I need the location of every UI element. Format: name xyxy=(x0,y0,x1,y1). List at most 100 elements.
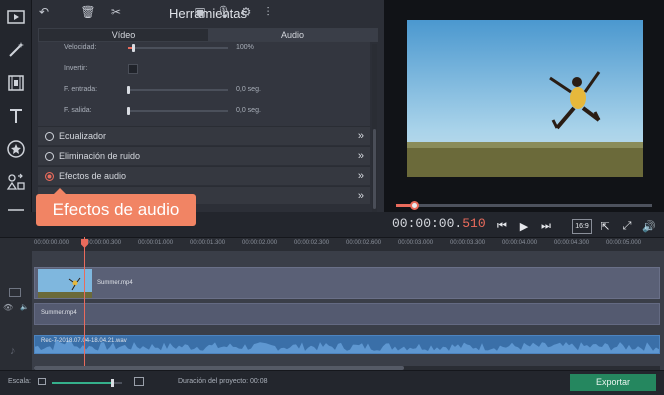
timecode-ms: 510 xyxy=(462,216,486,231)
stickers-icon[interactable] xyxy=(0,132,32,165)
double-chevron-right-icon: » xyxy=(357,130,364,142)
category-audio-effects[interactable]: Efectos de audio » xyxy=(38,166,370,185)
scale-slider-fill xyxy=(52,382,112,384)
visibility-icon[interactable]: 👁 xyxy=(3,303,13,312)
fullscreen-icon[interactable]: ⤢ xyxy=(619,218,635,234)
category-equalizer[interactable]: Ecualizador » xyxy=(38,126,370,145)
fade-in-label: F. entrada: xyxy=(64,86,98,93)
music-note-icon: ♪ xyxy=(10,345,16,357)
scale-label: Escala: xyxy=(8,378,31,385)
category-noise-removal[interactable]: Eliminación de ruido » xyxy=(38,146,370,165)
ruler-tick: 00:00:04.300 xyxy=(554,240,590,246)
duration-value: 00:08 xyxy=(250,378,268,385)
category-label: Efectos de audio xyxy=(59,171,127,181)
fade-in-slider-handle[interactable] xyxy=(127,86,130,94)
ruler-tick: 00:00:04.000 xyxy=(502,240,538,246)
tooltip: Efectos de audio xyxy=(36,188,196,226)
ruler-tick: 00:00:03.000 xyxy=(398,240,434,246)
left-toolbar xyxy=(0,0,32,237)
speed-label: Velocidad: xyxy=(64,44,97,51)
timecode-main: 00:00:00. xyxy=(392,216,463,231)
video-clip[interactable]: Summer.mp4 xyxy=(34,267,660,299)
fade-in-row: F. entrada: 0,0 seg. xyxy=(38,83,370,97)
fade-in-value: 0,0 seg. xyxy=(236,86,261,93)
tools-scrollbar[interactable] xyxy=(372,44,377,212)
tab-audio[interactable]: Audio xyxy=(208,29,377,41)
speed-slider-handle[interactable] xyxy=(132,44,135,52)
media-import-icon[interactable] xyxy=(0,0,32,33)
previous-frame-icon[interactable]: ⏮ xyxy=(494,218,510,234)
track-volume-icon[interactable]: 🔈 xyxy=(20,303,29,311)
fade-in-slider[interactable] xyxy=(127,86,228,94)
equalizer-icon[interactable]: ⫶ xyxy=(260,4,276,20)
video-track-icon xyxy=(9,288,21,297)
double-chevron-right-icon: » xyxy=(357,150,364,162)
duration-label: Duración del proyecto: xyxy=(178,378,249,385)
fade-out-row: F. salida: 0,0 seg. xyxy=(38,104,370,118)
timeline-ruler[interactable]: 00:00:00.000 00:00:00.300 00:00:01.000 0… xyxy=(0,237,664,251)
radio-icon xyxy=(45,132,54,141)
category-label: Eliminación de ruido xyxy=(59,151,141,161)
video-preview xyxy=(407,20,643,177)
video-clip-label: Summer.mp4 xyxy=(97,280,133,286)
ruler-tick: 00:00:00.000 xyxy=(34,240,70,246)
scale-slider-handle[interactable] xyxy=(111,379,114,387)
delete-icon[interactable]: 🗑 xyxy=(80,4,96,20)
double-chevron-right-icon: » xyxy=(357,190,364,202)
audio-settings: Velocidad: 100% Invertir: F. entrada: 0,… xyxy=(38,42,370,126)
export-button[interactable]: Exportar xyxy=(570,374,656,391)
category-label: Ecualizador xyxy=(59,131,107,141)
transitions-icon[interactable] xyxy=(0,165,32,198)
invert-row: Invertir: xyxy=(38,62,370,76)
timecode-display: 00:00:00.510 xyxy=(392,216,486,231)
scale-slider[interactable] xyxy=(52,379,122,387)
ruler-tick: 00:00:00.300 xyxy=(86,240,122,246)
zoom-out-icon[interactable] xyxy=(38,378,46,385)
aspect-ratio-button[interactable]: 16:9 xyxy=(572,219,592,234)
ruler-tick: 00:00:02.000 xyxy=(242,240,278,246)
audio-clip[interactable]: Rec-7-2018.07.04-18.04.21.wav xyxy=(34,335,660,354)
ruler-tick: 00:00:02.600 xyxy=(346,240,382,246)
project-duration: Duración del proyecto: 00:08 xyxy=(178,378,268,385)
radio-selected-icon xyxy=(45,172,54,181)
cut-icon[interactable]: ✂ xyxy=(108,4,124,20)
microphone-icon[interactable]: 🎙 xyxy=(216,4,232,20)
image-icon[interactable]: ▣ xyxy=(192,4,208,20)
audio-waveform xyxy=(35,339,659,353)
speed-slider[interactable] xyxy=(128,44,228,52)
fade-out-slider[interactable] xyxy=(127,107,228,115)
overlay-clip[interactable]: Summer.mp4 xyxy=(34,303,660,325)
double-chevron-right-icon: » xyxy=(357,170,364,182)
magic-wand-icon[interactable] xyxy=(0,33,32,66)
ruler-tick: 00:00:05.000 xyxy=(606,240,642,246)
playhead[interactable] xyxy=(84,237,85,370)
fade-out-slider-handle[interactable] xyxy=(127,107,130,115)
tools-panel: Herramientas Vídeo Audio Velocidad: 100%… xyxy=(32,0,384,212)
next-frame-icon[interactable]: ⏭ xyxy=(538,218,554,234)
tab-video[interactable]: Vídeo xyxy=(39,29,208,41)
invert-checkbox[interactable] xyxy=(128,64,138,74)
undo-icon[interactable]: ↶ xyxy=(36,4,52,20)
zoom-in-icon[interactable] xyxy=(134,377,144,386)
ruler-tick: 00:00:02.300 xyxy=(294,240,330,246)
speed-row: Velocidad: 100% xyxy=(38,41,370,55)
tools-scrollbar-thumb[interactable] xyxy=(373,129,376,209)
speed-value: 100% xyxy=(236,44,254,51)
radio-icon xyxy=(45,152,54,161)
preview-seek-bar[interactable] xyxy=(396,201,652,210)
titles-icon[interactable] xyxy=(0,99,32,132)
ruler-tick: 00:00:01.300 xyxy=(190,240,226,246)
filters-icon[interactable] xyxy=(0,66,32,99)
fade-out-value: 0,0 seg. xyxy=(236,107,261,114)
invert-label: Invertir: xyxy=(64,65,88,72)
external-view-icon[interactable]: ⇱ xyxy=(597,218,613,234)
track-gutter: 👁 🔈 ♪ xyxy=(0,251,32,370)
seek-bar-handle[interactable] xyxy=(410,201,419,210)
play-icon[interactable]: ▶ xyxy=(516,218,532,234)
ruler-tick: 00:00:01.000 xyxy=(138,240,174,246)
gear-icon[interactable]: ⚙ xyxy=(238,4,254,20)
fade-out-label: F. salida: xyxy=(64,107,92,114)
overlay-clip-label: Summer.mp4 xyxy=(41,310,77,316)
ruler-tick: 00:00:03.300 xyxy=(450,240,486,246)
volume-icon[interactable]: 🔊 xyxy=(641,218,657,234)
